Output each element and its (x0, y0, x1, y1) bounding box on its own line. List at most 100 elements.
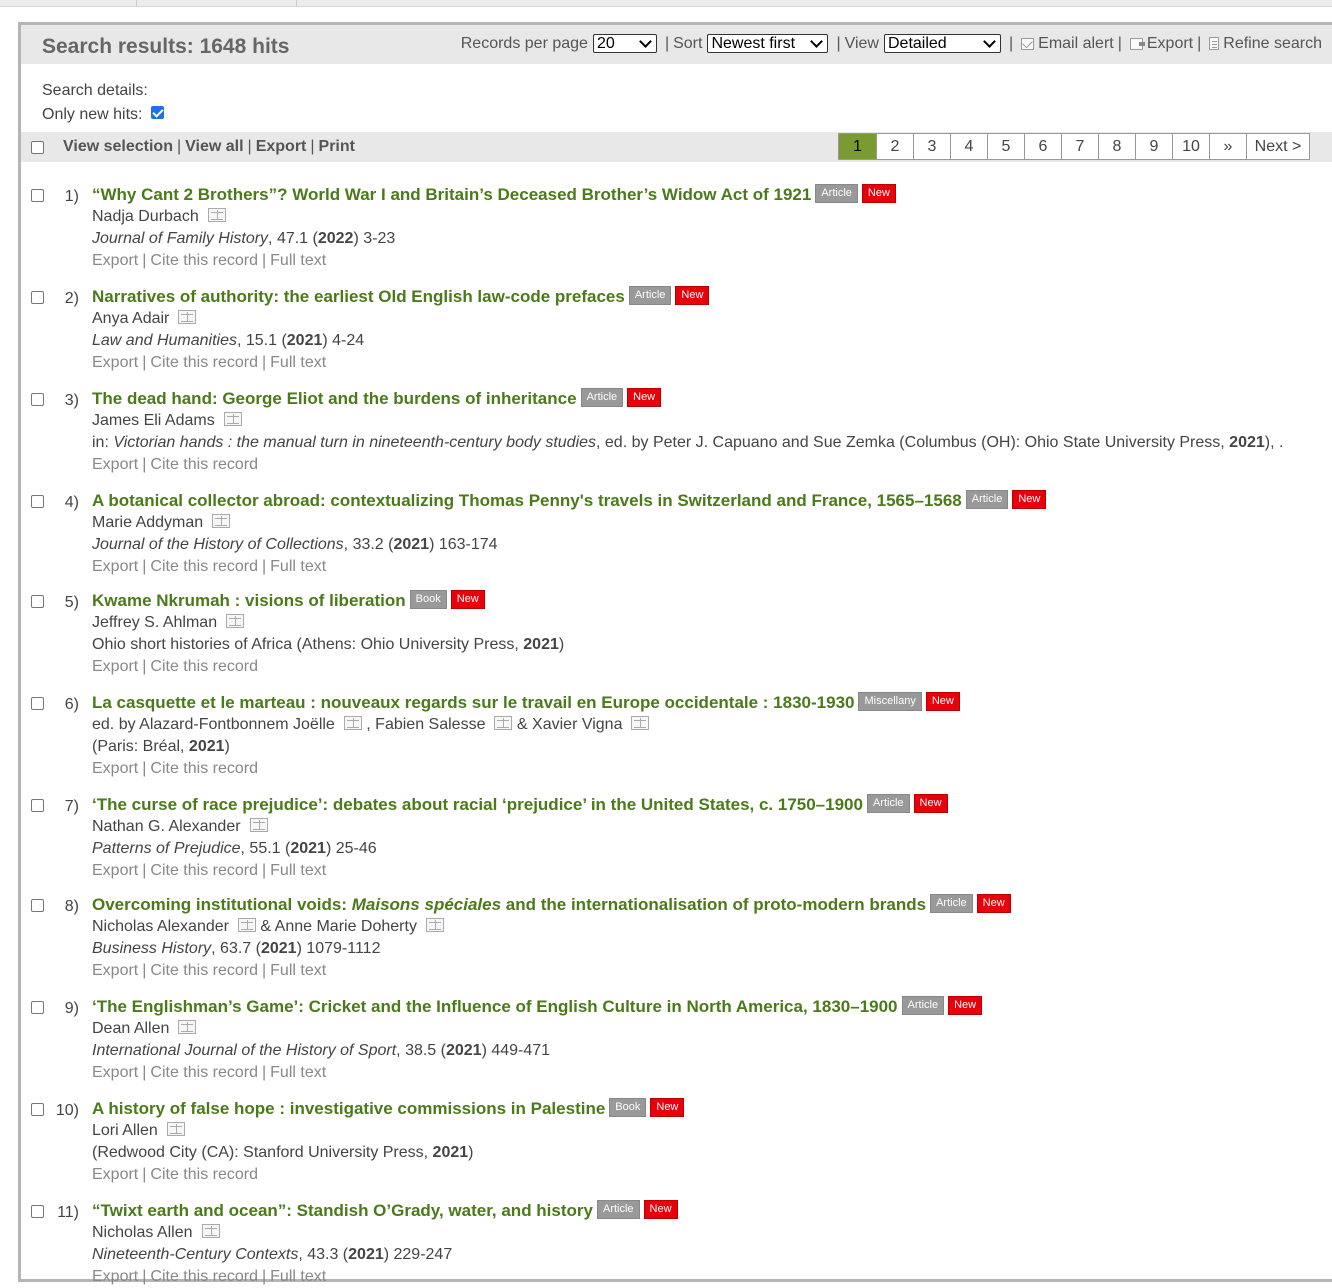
next-page-button[interactable]: Next > (1247, 133, 1310, 160)
author-network-icon[interactable] (166, 1121, 185, 1136)
result-checkbox[interactable] (31, 1205, 44, 1218)
full-text-link[interactable]: Full text (270, 962, 326, 979)
author-link[interactable]: & Anne Marie Doherty (260, 918, 417, 935)
export-link[interactable]: Export (92, 760, 138, 777)
author-link[interactable]: Jeffrey S. Ahlman (92, 614, 217, 631)
export-link[interactable]: Export (92, 252, 138, 269)
records-per-page-select[interactable]: 20 (592, 34, 657, 53)
export-link[interactable]: Export (92, 962, 138, 979)
page-10-button[interactable]: 10 (1173, 133, 1210, 160)
cite-link[interactable]: Cite this record (150, 862, 258, 879)
result-checkbox[interactable] (31, 189, 44, 202)
page-9-button[interactable]: 9 (1136, 133, 1173, 160)
result-title-link[interactable]: A botanical collector abroad: contextual… (92, 491, 962, 510)
page-6-button[interactable]: 6 (1025, 133, 1062, 160)
full-text-link[interactable]: Full text (270, 1268, 326, 1285)
result-title-link[interactable]: Narratives of authority: the earliest Ol… (92, 287, 625, 306)
view-selection-link[interactable]: View selection (63, 138, 173, 155)
author-link[interactable]: James Eli Adams (92, 412, 215, 429)
cite-link[interactable]: Cite this record (150, 658, 258, 675)
author-link[interactable]: Nathan G. Alexander (92, 818, 241, 835)
full-text-link[interactable]: Full text (270, 862, 326, 879)
author-network-icon[interactable] (343, 715, 362, 730)
author-network-icon[interactable] (226, 613, 245, 628)
full-text-link[interactable]: Full text (270, 1064, 326, 1081)
export-link[interactable]: Export (92, 1166, 138, 1183)
full-text-link[interactable]: Full text (270, 252, 326, 269)
author-link[interactable]: Marie Addyman (92, 514, 203, 531)
result-checkbox[interactable] (31, 595, 44, 608)
author-network-icon[interactable] (178, 309, 197, 324)
header-export-link[interactable]: Export (1147, 35, 1193, 53)
export-link[interactable]: Export (92, 1268, 138, 1285)
result-title-link[interactable]: La casquette et le marteau : nouveaux re… (92, 693, 854, 712)
result-checkbox[interactable] (31, 697, 44, 710)
page-5-button[interactable]: 5 (988, 133, 1025, 160)
author-link[interactable]: Lori Allen (92, 1122, 158, 1139)
view-select[interactable]: Detailed (883, 34, 1001, 53)
toolbar-export-link[interactable]: Export (256, 138, 307, 155)
result-title-italic[interactable]: Maisons spéciales (352, 895, 501, 914)
author-network-icon[interactable] (201, 1223, 220, 1238)
refine-search-link[interactable]: Refine search (1223, 35, 1322, 53)
result-checkbox[interactable] (31, 1001, 44, 1014)
author-network-icon[interactable] (237, 917, 256, 932)
select-all-checkbox[interactable] (31, 141, 44, 154)
cite-link[interactable]: Cite this record (150, 962, 258, 979)
page-4-button[interactable]: 4 (951, 133, 988, 160)
author-link[interactable]: Nadja Durbach (92, 208, 199, 225)
export-link[interactable]: Export (92, 862, 138, 879)
result-title-link[interactable]: Kwame Nkrumah : visions of liberation (92, 591, 406, 610)
result-title-link[interactable]: ‘The Englishman’s Game’: Cricket and the… (92, 997, 898, 1016)
page-1-current[interactable]: 1 (838, 133, 877, 160)
cite-link[interactable]: Cite this record (150, 252, 258, 269)
cite-link[interactable]: Cite this record (150, 1166, 258, 1183)
author-network-icon[interactable] (207, 207, 226, 222)
author-link[interactable]: Alazard-Fontbonnem Joëlle (139, 716, 335, 733)
cite-link[interactable]: Cite this record (150, 1064, 258, 1081)
author-network-icon[interactable] (249, 817, 268, 832)
cite-link[interactable]: Cite this record (150, 456, 258, 473)
page-skip-button[interactable]: » (1210, 133, 1247, 160)
result-title-link[interactable]: The dead hand: George Eliot and the burd… (92, 389, 577, 408)
result-title-link[interactable]: “Why Cant 2 Brothers”? World War I and B… (92, 185, 811, 204)
result-checkbox[interactable] (31, 291, 44, 304)
sort-select[interactable]: Newest first (707, 34, 829, 53)
full-text-link[interactable]: Full text (270, 558, 326, 575)
page-8-button[interactable]: 8 (1099, 133, 1136, 160)
cite-link[interactable]: Cite this record (150, 354, 258, 371)
result-title-link[interactable]: ‘The curse of race prejudice’: debates a… (92, 795, 863, 814)
author-link[interactable]: Dean Allen (92, 1020, 169, 1037)
result-title-link[interactable]: A history of false hope : investigative … (92, 1099, 605, 1118)
result-checkbox[interactable] (31, 1103, 44, 1116)
export-link[interactable]: Export (92, 456, 138, 473)
author-link[interactable]: Anya Adair (92, 310, 169, 327)
page-7-button[interactable]: 7 (1062, 133, 1099, 160)
author-network-icon[interactable] (631, 715, 650, 730)
author-network-icon[interactable] (425, 917, 444, 932)
author-network-icon[interactable] (212, 513, 231, 528)
export-link[interactable]: Export (92, 558, 138, 575)
page-2-button[interactable]: 2 (877, 133, 914, 160)
export-link[interactable]: Export (92, 1064, 138, 1081)
cite-link[interactable]: Cite this record (150, 760, 258, 777)
author-network-icon[interactable] (223, 411, 242, 426)
result-checkbox[interactable] (31, 393, 44, 406)
author-link[interactable]: Nicholas Alexander (92, 918, 229, 935)
view-all-link[interactable]: View all (185, 138, 243, 155)
export-link[interactable]: Export (92, 354, 138, 371)
author-link[interactable]: Nicholas Allen (92, 1224, 193, 1241)
result-title-link[interactable]: “Twixt earth and ocean”: Standish O’Grad… (92, 1201, 593, 1220)
author-network-icon[interactable] (178, 1019, 197, 1034)
full-text-link[interactable]: Full text (270, 354, 326, 371)
email-alert-link[interactable]: Email alert (1038, 35, 1114, 53)
cite-link[interactable]: Cite this record (150, 1268, 258, 1285)
author-network-icon[interactable] (494, 715, 513, 730)
result-checkbox[interactable] (31, 899, 44, 912)
result-checkbox[interactable] (31, 495, 44, 508)
result-title-part[interactable]: and the internationalisation of proto-mo… (501, 895, 926, 914)
author-link[interactable]: , Fabien Salesse (366, 716, 485, 733)
export-link[interactable]: Export (92, 658, 138, 675)
cite-link[interactable]: Cite this record (150, 558, 258, 575)
result-title-part[interactable]: Overcoming institutional voids: (92, 895, 352, 914)
